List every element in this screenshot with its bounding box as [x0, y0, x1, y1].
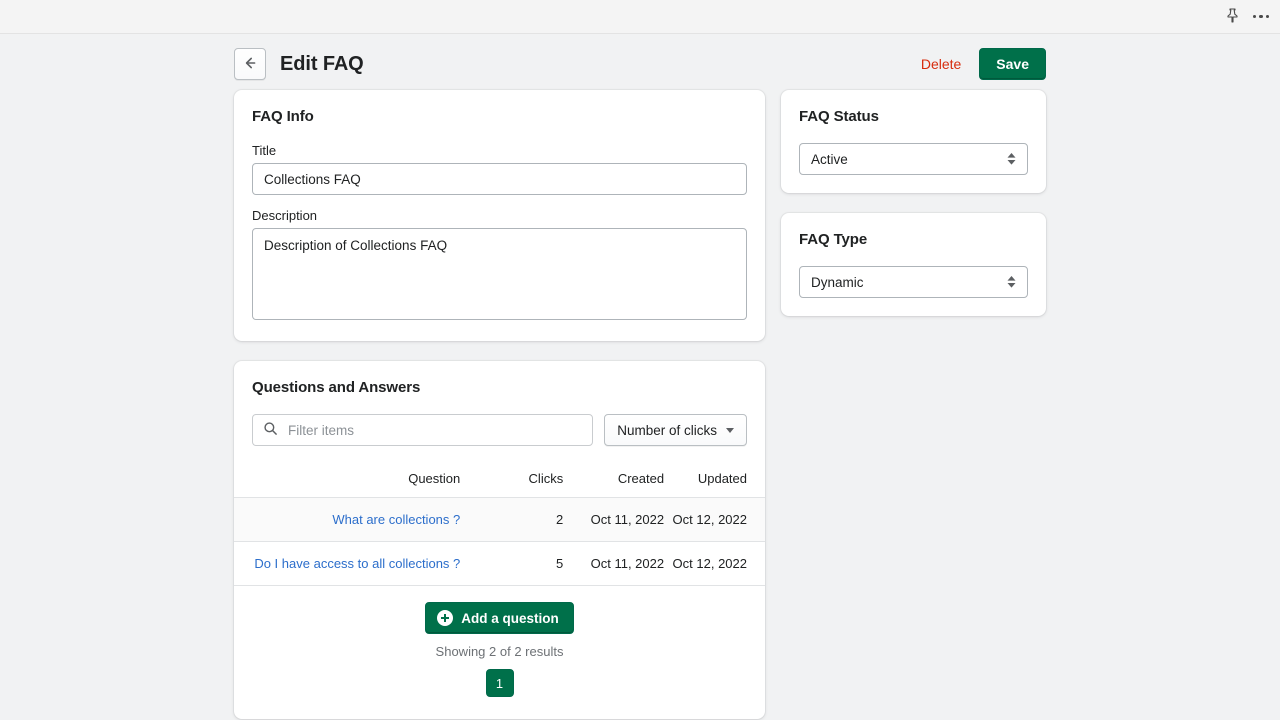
pin-icon[interactable]: [1226, 7, 1239, 26]
pagination-page-1[interactable]: 1: [485, 669, 514, 697]
table-header: Question Clicks Created Updated: [234, 462, 765, 498]
question-link[interactable]: What are collections ?: [332, 512, 460, 527]
faq-type-value: Dynamic: [811, 274, 864, 290]
faq-type-select-wrap: Dynamic: [799, 266, 1028, 298]
cell-updated: Oct 12, 2022: [664, 497, 765, 542]
faq-status-title: FAQ Status: [799, 108, 879, 125]
page-title: Edit FAQ: [280, 52, 364, 75]
cell-created: Oct 11, 2022: [563, 541, 665, 586]
side-column: FAQ Status Active FAQ Type Dynamic: [781, 90, 1046, 336]
header-actions: Delete Save: [921, 48, 1046, 80]
faq-info-card: FAQ Info Title Description Description o…: [234, 90, 765, 341]
faq-type-select[interactable]: Dynamic: [799, 266, 1028, 298]
column-header-question: Question: [234, 462, 479, 498]
description-input[interactable]: Description of Collections FAQ: [252, 228, 747, 320]
faq-type-card: FAQ Type Dynamic: [781, 213, 1046, 316]
window-top-bar: [0, 0, 1280, 34]
sort-dropdown-label: Number of clicks: [617, 422, 717, 438]
add-question-label: Add a question: [461, 610, 559, 626]
cell-updated: Oct 12, 2022: [664, 541, 765, 586]
cell-clicks: 2: [478, 497, 564, 542]
more-options-icon[interactable]: [1252, 14, 1269, 19]
cell-created: Oct 11, 2022: [563, 497, 665, 542]
search-input[interactable]: [288, 422, 583, 438]
title-label: Title: [252, 143, 277, 158]
window-controls: [1226, 7, 1269, 26]
table-header-row: Question Clicks Created Updated: [234, 462, 765, 498]
plus-circle-icon: [437, 610, 454, 626]
main-column: FAQ Info Title Description Description o…: [234, 90, 765, 720]
delete-button[interactable]: Delete: [921, 56, 961, 72]
table-row[interactable]: What are collections ? 2 Oct 11, 2022 Oc…: [234, 497, 765, 542]
search-icon: [263, 421, 278, 439]
results-count: Showing 2 of 2 results: [435, 644, 564, 659]
layout-columns: FAQ Info Title Description Description o…: [234, 90, 1046, 720]
arrow-left-icon: [242, 55, 258, 74]
questions-answers-card: Questions and Answers Filter items Numbe…: [234, 361, 765, 719]
cell-question: Do I have access to all collections ?: [234, 541, 479, 586]
column-header-clicks: Clicks: [478, 462, 564, 498]
select-chevrons-icon: [1007, 276, 1016, 288]
filter-row: Number of clicks: [234, 414, 765, 462]
question-link[interactable]: Do I have access to all collections ?: [254, 556, 460, 571]
add-question-button[interactable]: Add a question: [425, 602, 574, 634]
questions-answers-title: Questions and Answers: [252, 379, 421, 396]
table-body: What are collections ? 2 Oct 11, 2022 Oc…: [234, 497, 765, 586]
page-header: Edit FAQ Delete Save: [234, 38, 1046, 90]
search-field[interactable]: [252, 414, 594, 446]
title-input[interactable]: [252, 163, 747, 195]
select-chevrons-icon: [1007, 153, 1016, 165]
cell-clicks: 5: [478, 541, 564, 586]
save-button[interactable]: Save: [979, 48, 1046, 80]
faq-status-select-wrap: Active: [799, 143, 1028, 175]
cell-question: What are collections ?: [234, 497, 479, 542]
faq-info-title: FAQ Info: [252, 108, 314, 125]
sort-dropdown-button[interactable]: Number of clicks: [604, 414, 747, 446]
questions-card-footer: Add a question Showing 2 of 2 results 1: [234, 586, 765, 719]
column-header-created: Created: [563, 462, 665, 498]
questions-table: Question Clicks Created Updated What are…: [234, 462, 765, 586]
description-label: Description: [252, 208, 318, 223]
faq-type-title: FAQ Type: [799, 231, 868, 248]
back-button[interactable]: [234, 48, 266, 80]
faq-status-select[interactable]: Active: [799, 143, 1028, 175]
table-row[interactable]: Do I have access to all collections ? 5 …: [234, 541, 765, 586]
page-root: Edit FAQ Delete Save FAQ Info Title Desc…: [0, 34, 1280, 720]
faq-status-card: FAQ Status Active: [781, 90, 1046, 193]
page-content: Edit FAQ Delete Save FAQ Info Title Desc…: [234, 34, 1046, 720]
faq-status-value: Active: [811, 151, 848, 167]
chevron-down-icon: [726, 427, 734, 433]
column-header-updated: Updated: [664, 462, 765, 498]
